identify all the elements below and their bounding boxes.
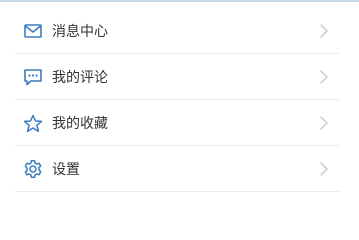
chevron-right-icon (319, 115, 329, 131)
menu-item-favorites[interactable]: 我的收藏 (0, 100, 359, 146)
divider (15, 191, 339, 192)
top-border (0, 0, 359, 2)
star-icon (22, 112, 44, 134)
comment-icon (22, 66, 44, 88)
chevron-right-icon (319, 69, 329, 85)
envelope-icon (22, 20, 44, 42)
menu-list: 消息中心 我的评论 我的收藏 设置 (0, 8, 359, 192)
menu-item-messages[interactable]: 消息中心 (0, 8, 359, 54)
menu-item-comments[interactable]: 我的评论 (0, 54, 359, 100)
menu-item-label: 消息中心 (52, 24, 108, 40)
menu-item-label: 我的评论 (52, 70, 108, 86)
chevron-right-icon (319, 161, 329, 177)
chevron-right-icon (319, 23, 329, 39)
gear-icon (22, 158, 44, 180)
menu-item-label: 设置 (52, 162, 80, 178)
menu-item-settings[interactable]: 设置 (0, 146, 359, 192)
menu-item-label: 我的收藏 (52, 116, 108, 132)
